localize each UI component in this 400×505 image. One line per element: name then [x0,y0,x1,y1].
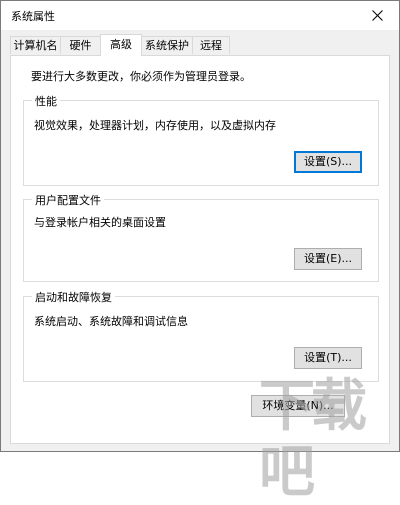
user-profiles-group: 用户配置文件 与登录帐户相关的桌面设置 设置(E)... [23,192,379,282]
advanced-tab-panel: 要进行大多数更改，你必须作为管理员登录。 性能 视觉效果，处理器计划，内存使用，… [10,55,390,444]
tab-remote[interactable]: 远程 [192,36,230,54]
startup-recovery-settings-button[interactable]: 设置(T)... [294,347,362,369]
startup-recovery-description: 系统启动、系统故障和调试信息 [34,315,188,328]
admin-notice: 要进行大多数更改，你必须作为管理员登录。 [31,70,251,83]
user-profiles-title: 用户配置文件 [32,192,104,208]
window-title: 系统属性 [11,10,55,23]
performance-group: 性能 视觉效果，处理器计划，内存使用，以及虚拟内存 设置(S)... [23,93,379,186]
user-profiles-description: 与登录帐户相关的桌面设置 [34,216,166,229]
startup-recovery-group: 启动和故障恢复 系统启动、系统故障和调试信息 设置(T)... [23,289,379,382]
tab-advanced[interactable]: 高级 [100,34,142,56]
performance-title: 性能 [32,93,60,109]
performance-settings-button[interactable]: 设置(S)... [294,151,362,173]
environment-variables-button[interactable]: 环境变量(N)... [251,395,345,417]
close-button[interactable] [355,1,399,30]
system-properties-dialog: 系统属性 计算机名 硬件 高级 系统保护 远程 要进行大多数更改，你必须作为管理… [0,0,400,505]
close-icon [371,10,383,21]
tab-computer-name[interactable]: 计算机名 [10,36,61,54]
tab-system-protection[interactable]: 系统保护 [141,36,193,54]
startup-recovery-title: 启动和故障恢复 [32,289,115,305]
performance-description: 视觉效果，处理器计划，内存使用，以及虚拟内存 [34,119,276,132]
tab-hardware[interactable]: 硬件 [60,36,101,54]
title-bar[interactable]: 系统属性 [1,1,399,30]
user-profiles-settings-button[interactable]: 设置(E)... [294,248,362,270]
